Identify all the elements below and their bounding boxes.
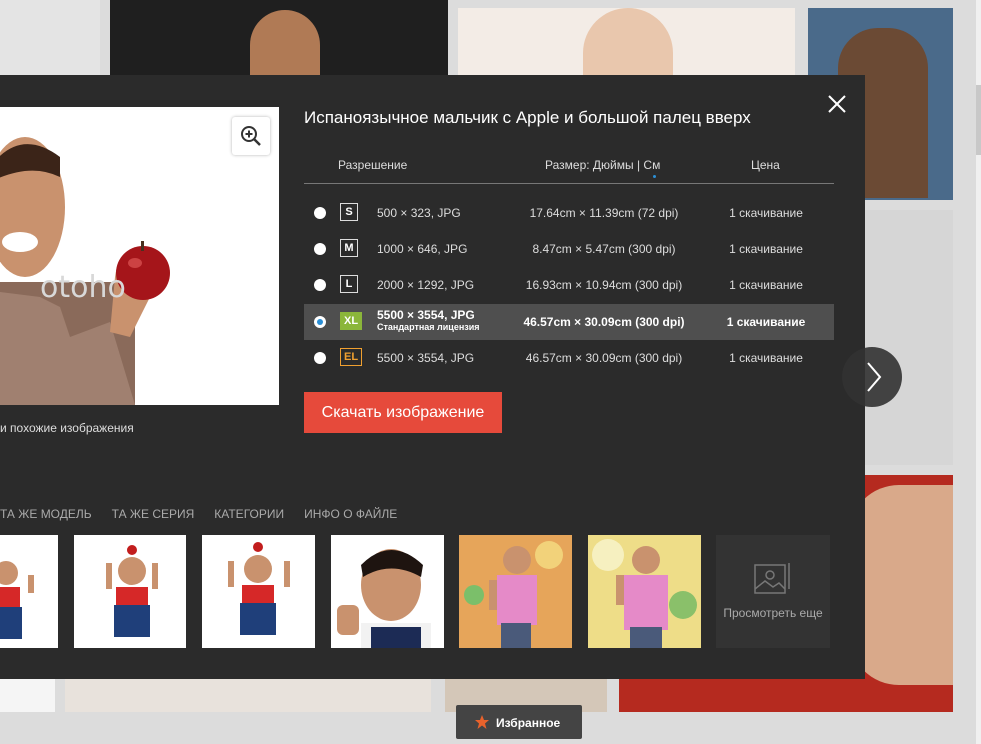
tab-categories[interactable]: КАТЕГОРИИ <box>214 507 284 521</box>
related-thumbnail[interactable] <box>588 535 701 648</box>
size-option-xl[interactable]: XL 5500 × 3554, JPG Стандартная лицензия… <box>304 304 834 340</box>
similar-images-link[interactable]: и похожие изображения <box>0 421 134 435</box>
size-text: 46.57cm × 30.09cm (300 dpi) <box>525 351 683 365</box>
size-text: 46.57cm × 30.09cm (300 dpi) <box>523 315 685 329</box>
scrollbar-thumb[interactable] <box>976 85 981 155</box>
close-button[interactable] <box>826 93 848 115</box>
size-option-el[interactable]: EL 5500 × 3554, JPG 46.57cm × 30.09cm (3… <box>304 340 834 376</box>
thumbnail-image <box>106 545 158 637</box>
radio-button[interactable] <box>314 207 326 219</box>
thumbnail-image <box>337 549 431 648</box>
price-text: 1 скачивание <box>729 278 803 292</box>
related-tabs: ТА ЖЕ МОДЕЛЬ ТА ЖЕ СЕРИЯ КАТЕГОРИИ ИНФО … <box>0 507 397 521</box>
download-button[interactable]: Скачать изображение <box>304 392 502 433</box>
chevron-right-icon <box>867 362 882 392</box>
background-tile[interactable] <box>65 679 431 712</box>
background-photo[interactable] <box>110 0 448 75</box>
star-icon <box>475 715 489 729</box>
thumbnail-image <box>0 561 34 639</box>
radio-button[interactable] <box>314 352 326 364</box>
tab-same-model[interactable]: ТА ЖЕ МОДЕЛЬ <box>0 507 92 521</box>
price-text: 1 скачивание <box>729 242 803 256</box>
thumbnail-image <box>459 535 572 648</box>
resolution-value: 5500 × 3554, JPG <box>377 308 475 322</box>
favorites-label: Избранное <box>496 716 561 730</box>
related-thumbnail[interactable] <box>74 535 186 648</box>
image-placeholder-icon <box>754 563 790 594</box>
related-thumbnail[interactable] <box>202 535 315 648</box>
tab-same-series[interactable]: ТА ЖЕ СЕРИЯ <box>112 507 195 521</box>
favorites-button[interactable]: Избранное <box>456 705 582 739</box>
size-option-m[interactable]: M 1000 × 646, JPG 8.47cm × 5.47cm (300 d… <box>304 231 834 267</box>
background-tile[interactable] <box>0 0 100 75</box>
view-more-label: Просмотреть еще <box>723 606 823 620</box>
size-option-s[interactable]: S 500 × 323, JPG 17.64cm × 11.39cm (72 d… <box>304 195 834 231</box>
zoom-in-icon <box>241 126 261 146</box>
resolution-text: 2000 × 1292, JPG <box>377 278 475 292</box>
header-price: Цена <box>751 158 780 172</box>
related-thumbnail[interactable] <box>331 535 444 648</box>
resolution-text: 5500 × 3554, JPG Стандартная лицензия <box>377 309 480 333</box>
price-text: 1 скачивание <box>729 206 803 220</box>
size-badge: EL <box>340 348 363 366</box>
size-text: 8.47cm × 5.47cm (300 dpi) <box>532 242 676 256</box>
thumbnail-image <box>228 542 290 635</box>
size-text: 16.93cm × 10.94cm (300 dpi) <box>525 278 683 292</box>
size-badge: L <box>340 275 358 293</box>
related-thumbnail[interactable] <box>459 535 572 648</box>
zoom-button[interactable] <box>232 117 270 155</box>
thumbnail-image <box>588 535 701 648</box>
unit-indicator-dot <box>653 175 656 178</box>
watermark-text: otoho <box>40 270 126 305</box>
size-badge: XL <box>340 312 363 330</box>
close-icon <box>828 95 846 113</box>
price-text: 1 скачивание <box>729 351 803 365</box>
header-resolution: Разрешение <box>338 158 408 172</box>
background-photo[interactable] <box>458 8 795 75</box>
header-divider <box>304 183 834 184</box>
background-tile[interactable] <box>0 679 55 712</box>
related-thumbnail[interactable] <box>0 535 58 648</box>
next-image-button[interactable] <box>842 347 902 407</box>
header-size[interactable]: Размер: Дюймы | См <box>545 158 660 172</box>
background-tile[interactable] <box>865 210 953 465</box>
license-text: Стандартная лицензия <box>377 322 480 332</box>
size-text: 17.64cm × 11.39cm (72 dpi) <box>529 206 679 220</box>
resolution-text: 5500 × 3554, JPG <box>377 351 475 365</box>
resolution-text: 1000 × 646, JPG <box>377 242 468 256</box>
size-badge: S <box>340 203 358 221</box>
page-scrollbar[interactable] <box>976 0 981 744</box>
radio-button[interactable] <box>314 243 326 255</box>
size-badge: M <box>340 239 358 257</box>
resolution-text: 500 × 323, JPG <box>377 206 461 220</box>
price-text: 1 скачивание <box>726 315 806 329</box>
image-title: Испаноязычное мальчик с Apple и большой … <box>304 108 751 127</box>
tab-file-info[interactable]: ИНФО О ФАЙЛЕ <box>304 507 397 521</box>
view-more-button[interactable]: Просмотреть еще <box>716 535 830 648</box>
size-option-l[interactable]: L 2000 × 1292, JPG 16.93cm × 10.94cm (30… <box>304 267 834 303</box>
radio-button[interactable] <box>314 279 326 291</box>
radio-button-selected[interactable] <box>314 316 326 328</box>
